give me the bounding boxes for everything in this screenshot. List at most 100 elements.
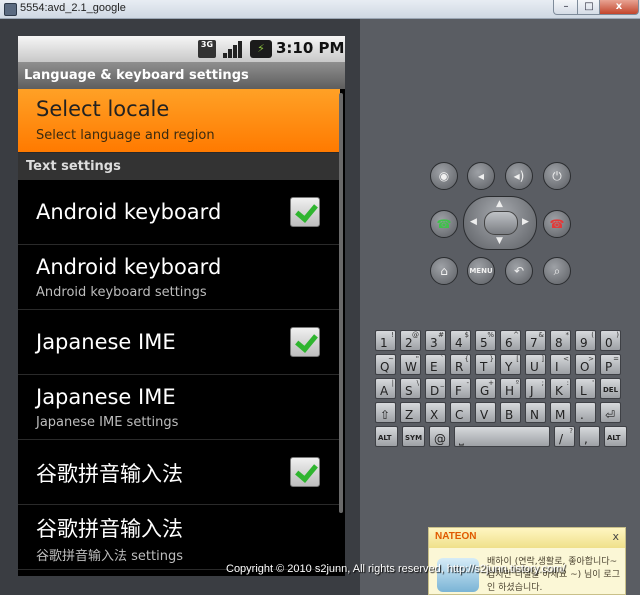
- 3g-icon: 3G: [198, 40, 216, 58]
- key-3-9[interactable]: ⏎: [600, 402, 621, 423]
- key-label: 6: [505, 336, 513, 350]
- japanese-ime-toggle[interactable]: Japanese IME: [18, 310, 340, 375]
- key-3-4[interactable]: V: [475, 402, 496, 423]
- key-3-5[interactable]: B: [500, 402, 521, 423]
- key-1-2[interactable]: E `: [425, 354, 446, 375]
- pinyin-ime-settings-item[interactable]: 谷歌拼音输入法 谷歌拼音输入法 settings: [18, 505, 340, 570]
- checkbox-checked-icon[interactable]: [290, 327, 320, 357]
- dpad-left-icon[interactable]: ◀: [470, 217, 477, 227]
- key-4-1[interactable]: SYM: [402, 426, 425, 447]
- key-label: DEL: [603, 386, 619, 394]
- key-0-4[interactable]: 5%: [475, 330, 496, 351]
- key-label: 4: [455, 336, 463, 350]
- key-2-0[interactable]: A |: [375, 378, 396, 399]
- key-label: P: [605, 360, 613, 374]
- dpad-center-button[interactable]: [484, 211, 518, 235]
- key-secondary-label: º: [515, 379, 519, 387]
- key-1-4[interactable]: T}: [475, 354, 496, 375]
- checkbox-checked-icon[interactable]: [290, 457, 320, 487]
- key-0-7[interactable]: 8 *: [550, 330, 571, 351]
- key-3-3[interactable]: C: [450, 402, 471, 423]
- key-label: .: [580, 408, 584, 422]
- checkbox-checked-icon[interactable]: [290, 197, 320, 227]
- key-3-6[interactable]: N: [525, 402, 546, 423]
- key-2-4[interactable]: G +: [475, 378, 496, 399]
- key-label: /: [559, 432, 564, 446]
- key-2-6[interactable]: J;: [525, 378, 546, 399]
- key-2-8[interactable]: L ': [575, 378, 596, 399]
- key-3-0[interactable]: ⇧: [375, 402, 396, 423]
- nateon-notification[interactable]: NATEON x 배하이 (연락,생활로, 좋아합니다~ 컵지만 디절을 아세요…: [428, 527, 626, 595]
- item-title: Android keyboard: [36, 200, 222, 224]
- volume-down-icon[interactable]: ◂: [467, 162, 495, 190]
- key-2-5[interactable]: Hº: [500, 378, 521, 399]
- maximize-button[interactable]: □: [577, 0, 601, 15]
- key-0-6[interactable]: 7 &: [525, 330, 546, 351]
- camera-icon[interactable]: ◉: [430, 162, 458, 190]
- key-4-3[interactable]: ⎵: [454, 426, 550, 447]
- key-1-9[interactable]: P =: [600, 354, 621, 375]
- pinyin-ime-toggle[interactable]: 谷歌拼音输入法: [18, 440, 340, 505]
- key-4-0[interactable]: ALT: [375, 426, 398, 447]
- key-3-1[interactable]: Z: [400, 402, 421, 423]
- menu-button[interactable]: MENU: [467, 257, 495, 285]
- dpad[interactable]: ▲ ▼ ◀ ▶: [463, 196, 537, 250]
- key-1-1[interactable]: W ": [400, 354, 421, 375]
- key-3-2[interactable]: X: [425, 402, 446, 423]
- dpad-right-icon[interactable]: ▶: [522, 217, 529, 227]
- item-title: Android keyboard: [36, 255, 222, 279]
- key-secondary-label: [: [516, 355, 519, 363]
- call-icon[interactable]: ☎: [430, 210, 458, 238]
- key-0-9[interactable]: 0): [600, 330, 621, 351]
- key-4-5[interactable]: ,: [579, 426, 600, 447]
- japanese-ime-settings-item[interactable]: Japanese IME Japanese IME settings: [18, 375, 340, 440]
- dpad-up-icon[interactable]: ▲: [496, 199, 503, 209]
- key-1-5[interactable]: Y[: [500, 354, 521, 375]
- back-icon[interactable]: ↶: [505, 257, 533, 285]
- volume-up-icon[interactable]: ◂): [505, 162, 533, 190]
- key-2-9[interactable]: DEL: [600, 378, 621, 399]
- key-1-3[interactable]: R{: [450, 354, 471, 375]
- android-keyboard-settings-item[interactable]: Android keyboard Android keyboard settin…: [18, 245, 340, 310]
- key-2-1[interactable]: S \: [400, 378, 421, 399]
- key-0-3[interactable]: 4 $: [450, 330, 471, 351]
- android-keyboard-toggle[interactable]: Android keyboard: [18, 180, 340, 245]
- key-label: ALT: [378, 434, 392, 442]
- key-1-7[interactable]: I <: [550, 354, 571, 375]
- key-4-4[interactable]: /?: [554, 426, 575, 447]
- key-1-6[interactable]: U]: [525, 354, 546, 375]
- list-scrollbar[interactable]: [339, 93, 343, 513]
- minimize-button[interactable]: –: [553, 0, 579, 15]
- item-summary: Select language and region: [36, 128, 215, 143]
- close-button[interactable]: x: [599, 0, 639, 15]
- key-0-5[interactable]: 6 ^: [500, 330, 521, 351]
- key-secondary-label: ": [415, 355, 419, 363]
- key-3-8[interactable]: .: [575, 402, 596, 423]
- app-icon: [4, 3, 17, 16]
- key-label: K: [555, 384, 563, 398]
- search-icon[interactable]: ⌕: [543, 257, 571, 285]
- key-1-0[interactable]: Q ~: [375, 354, 396, 375]
- key-secondary-label: {: [464, 355, 469, 363]
- power-icon[interactable]: ⏻: [543, 162, 571, 190]
- key-0-2[interactable]: 3 #: [425, 330, 446, 351]
- end-call-icon[interactable]: ☎: [543, 210, 571, 238]
- key-2-2[interactable]: D _: [425, 378, 446, 399]
- page-title: Language & keyboard settings: [18, 62, 345, 89]
- key-1-8[interactable]: O >: [575, 354, 596, 375]
- select-locale-item[interactable]: Select locale Select language and region: [18, 89, 340, 153]
- notification-header: NATEON x: [429, 528, 625, 548]
- key-0-1[interactable]: 2 @: [400, 330, 421, 351]
- home-icon[interactable]: ⌂: [430, 257, 458, 285]
- dpad-down-icon[interactable]: ▼: [496, 236, 503, 246]
- key-2-7[interactable]: K:: [550, 378, 571, 399]
- notification-close-icon[interactable]: x: [612, 530, 619, 543]
- key-2-3[interactable]: F-: [450, 378, 471, 399]
- key-3-7[interactable]: M: [550, 402, 571, 423]
- key-4-2[interactable]: @: [429, 426, 450, 447]
- key-0-0[interactable]: 1!: [375, 330, 396, 351]
- key-secondary-label: (: [591, 331, 594, 339]
- key-secondary-label: _: [440, 379, 445, 387]
- key-0-8[interactable]: 9(: [575, 330, 596, 351]
- key-4-6[interactable]: ALT: [604, 426, 627, 447]
